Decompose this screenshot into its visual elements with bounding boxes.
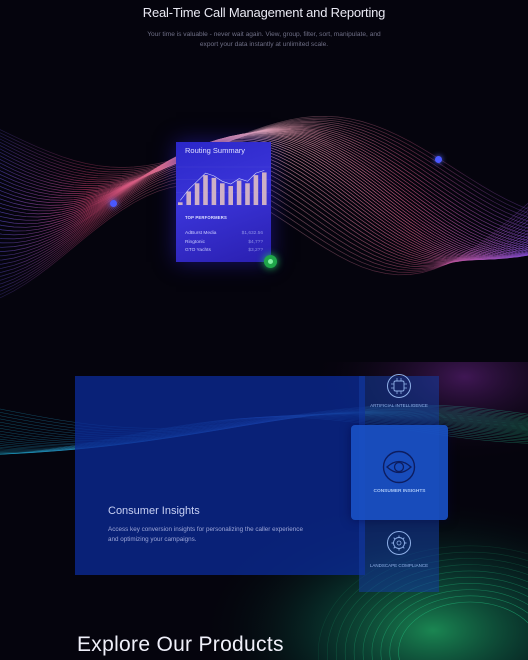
circuit-chip-icon[interactable] — [386, 373, 412, 399]
performer-name: Ringtonic — [185, 240, 205, 245]
chart-bar — [236, 180, 242, 205]
chart-bar — [220, 183, 225, 205]
routing-summary-title: Routing Summary — [185, 146, 246, 155]
gear-icon[interactable] — [386, 530, 412, 556]
wave-node-dot — [435, 156, 442, 163]
performer-name: AdBurst Media — [185, 231, 217, 236]
routing-bar-chart — [176, 166, 271, 206]
side-item-artificial-intelligence[interactable]: ARTIFICIAL INTELLIGENCE — [359, 403, 439, 409]
performer-row: AdBurst Media $1,632.56 — [185, 231, 263, 236]
feature-description: Access key conversion insights for perso… — [108, 526, 303, 543]
top-performers-label: TOP PERFORMERS — [185, 215, 227, 220]
chart-bar — [245, 183, 250, 205]
hero-subtitle: Your time is valuable - never wait again… — [147, 31, 381, 48]
wave-node-dot — [110, 200, 117, 207]
chart-bar — [262, 172, 267, 205]
chart-bar — [228, 186, 233, 205]
chart-bar — [203, 175, 208, 205]
chart-bar — [194, 183, 200, 205]
chart-bar — [186, 191, 191, 205]
performer-value: $4,7?? — [248, 240, 263, 245]
performer-row: GTO Yachts $3,2?? — [185, 248, 263, 253]
hero-title: Real-Time Call Management and Reporting — [142, 5, 386, 20]
performer-value: $1,632.56 — [241, 231, 263, 236]
active-feature-label: CONSUMER INSIGHTS — [373, 489, 426, 494]
chart-bar — [178, 202, 183, 205]
performer-row: Ringtonic $4,7?? — [185, 240, 263, 245]
eye-icon — [382, 450, 416, 484]
wave-node-dot-active — [264, 255, 277, 268]
performer-value: $3,2?? — [248, 248, 263, 253]
performer-name: GTO Yachts — [185, 248, 211, 253]
feature-title: Consumer Insights — [108, 505, 200, 517]
routing-summary-card: Routing Summary TOP PERFORMERS AdBurst M… — [176, 142, 271, 262]
chart-bar — [211, 177, 217, 205]
side-item-compliance[interactable]: LANDSCAPE COMPLIANCE — [359, 563, 439, 569]
feature-panel — [75, 376, 365, 575]
section-title: Explore Our Products — [77, 633, 284, 656]
chart-bar — [253, 175, 259, 205]
